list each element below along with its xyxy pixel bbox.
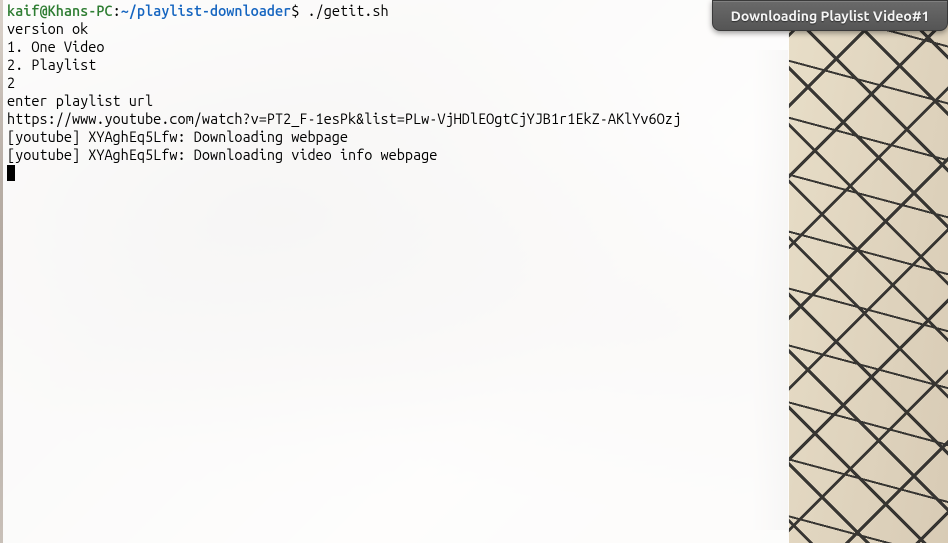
terminal-output-line: 2 [7, 74, 785, 92]
prompt-path: ~/playlist-downloader [121, 2, 292, 19]
terminal-window[interactable]: kaif@Khans-PC:~/playlist-downloader$ ./g… [3, 0, 789, 543]
download-notification[interactable]: Downloading Playlist Video#1 [712, 0, 948, 31]
terminal-output-line: version ok [7, 20, 785, 38]
notification-text: Downloading Playlist Video#1 [731, 8, 930, 24]
terminal-output-line: 2. Playlist [7, 56, 785, 74]
terminal-cursor [7, 165, 15, 181]
terminal-prompt-line: kaif@Khans-PC:~/playlist-downloader$ ./g… [7, 2, 785, 20]
prompt-separator: : [113, 2, 121, 19]
terminal-output-line: [youtube] XYAghEq5Lfw: Downloading video… [7, 146, 785, 164]
terminal-output-line: https://www.youtube.com/watch?v=PT2_F-1e… [7, 110, 785, 128]
terminal-output-line: [youtube] XYAghEq5Lfw: Downloading webpa… [7, 128, 785, 146]
terminal-command: ./getit.sh [307, 2, 388, 19]
wallpaper-arm-pattern [788, 0, 948, 543]
terminal-cursor-line [7, 164, 785, 182]
prompt-dollar: $ [291, 2, 307, 19]
prompt-user-host: kaif@Khans-PC [7, 2, 113, 19]
terminal-output-line: 1. One Video [7, 38, 785, 56]
terminal-output-line: enter playlist url [7, 92, 785, 110]
